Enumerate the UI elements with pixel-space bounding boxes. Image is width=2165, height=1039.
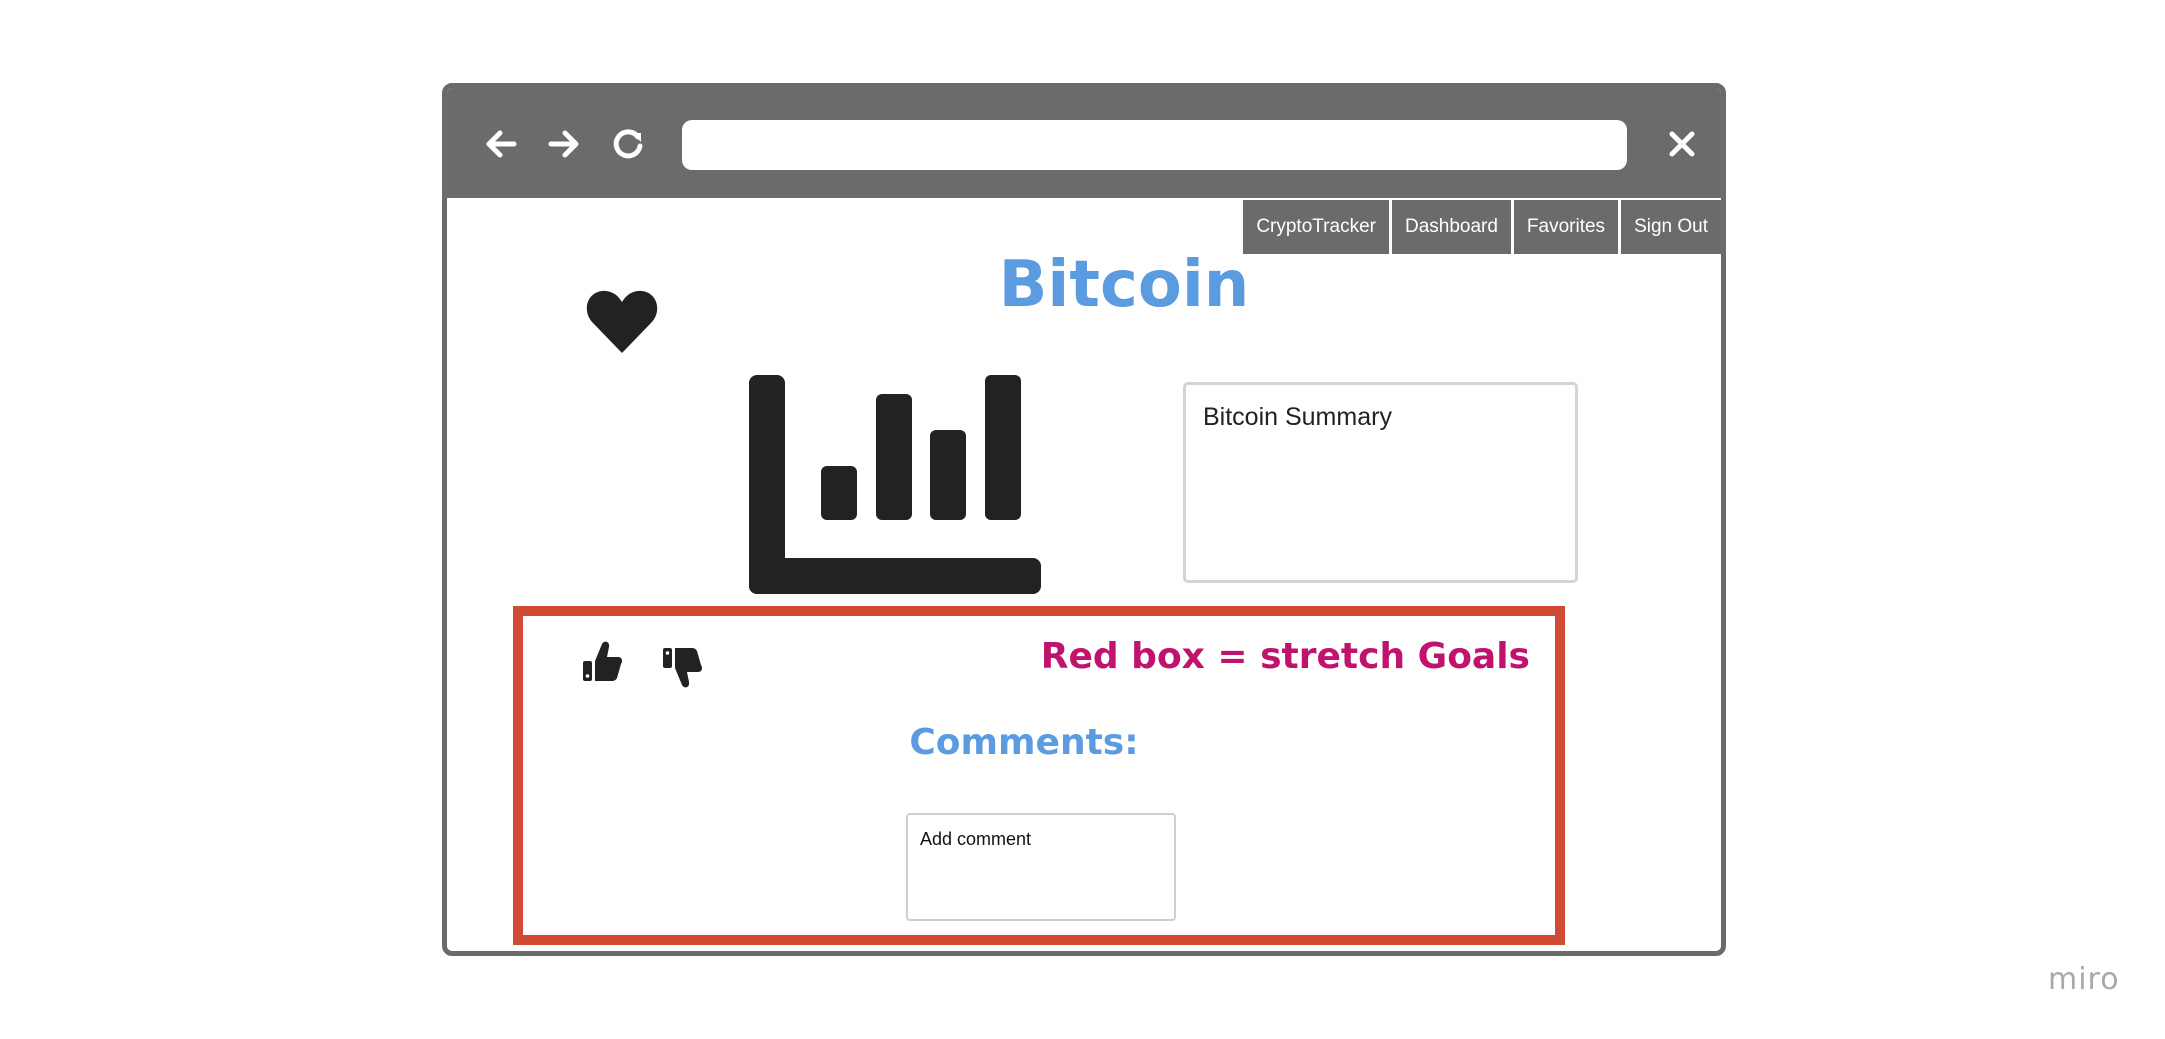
address-bar[interactable]: [682, 120, 1627, 170]
browser-window: CryptoTracker Dashboard Favorites Sign O…: [442, 83, 1726, 956]
bar-chart-icon: [749, 375, 1041, 594]
comments-heading: Comments:: [909, 722, 1139, 763]
arrow-right-icon[interactable]: [544, 124, 584, 164]
thumbs-down-icon[interactable]: [661, 646, 703, 690]
summary-box: Bitcoin Summary: [1183, 382, 1578, 583]
add-comment-input[interactable]: [906, 813, 1176, 921]
close-icon[interactable]: [1662, 124, 1702, 164]
menu-cryptotracker[interactable]: CryptoTracker: [1243, 200, 1389, 254]
summary-text: Bitcoin Summary: [1203, 403, 1392, 431]
menu-favorites[interactable]: Favorites: [1513, 200, 1619, 254]
stretch-goals-note: Red box = stretch Goals: [1040, 636, 1530, 677]
browser-toolbar: [447, 88, 1721, 198]
stretch-goals-box: Red box = stretch Goals Comments:: [513, 606, 1565, 945]
heart-icon[interactable]: [584, 285, 660, 355]
miro-watermark: miro: [2048, 962, 2120, 997]
menu-sign-out[interactable]: Sign Out: [1621, 200, 1721, 254]
reload-icon[interactable]: [608, 124, 648, 164]
top-menu: CryptoTracker Dashboard Favorites Sign O…: [1240, 200, 1721, 254]
thumbs-up-icon[interactable]: [581, 639, 623, 683]
menu-dashboard[interactable]: Dashboard: [1391, 200, 1511, 254]
arrow-left-icon[interactable]: [481, 124, 521, 164]
